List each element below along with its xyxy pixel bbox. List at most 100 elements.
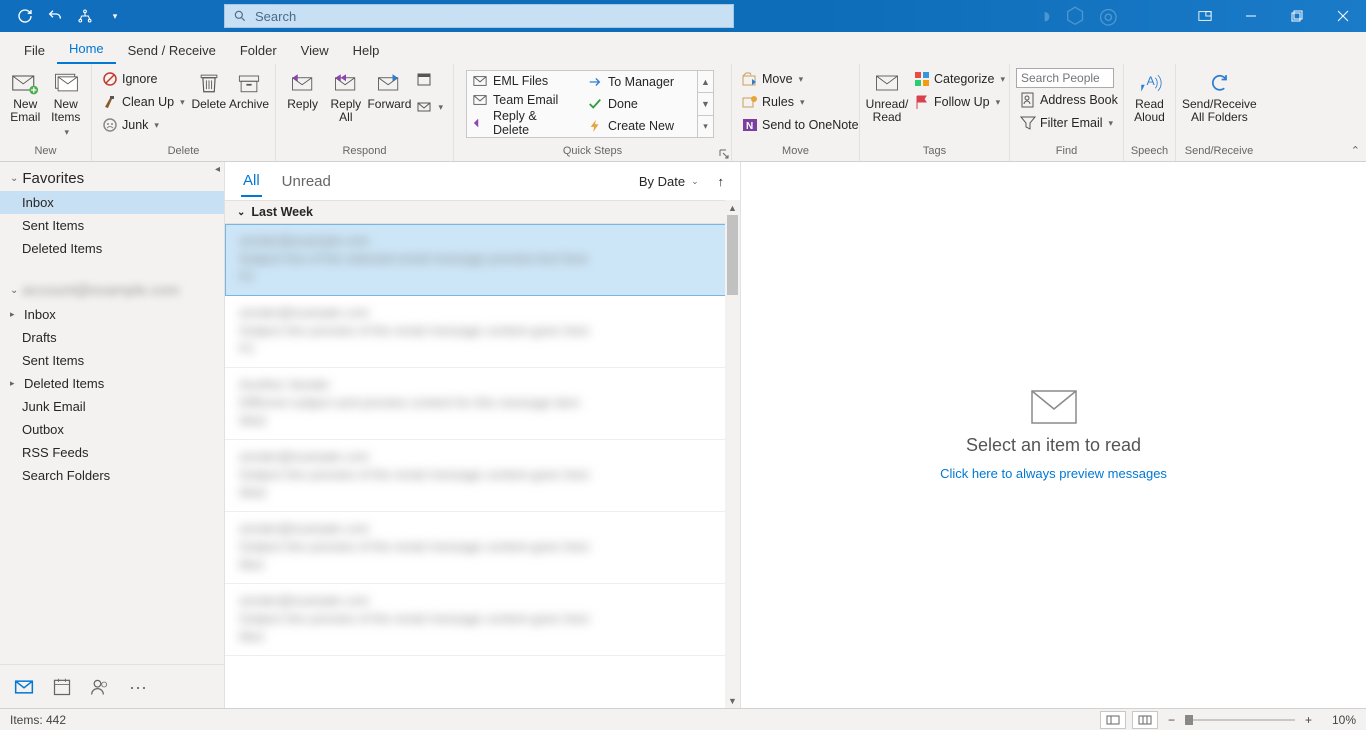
tab-home[interactable]: Home xyxy=(57,35,116,64)
ignore-button[interactable]: Ignore xyxy=(98,68,189,90)
address-book-button[interactable]: Address Book xyxy=(1016,89,1117,111)
qs-create-new[interactable]: Create New xyxy=(582,115,697,137)
forward-arrow-icon xyxy=(588,75,602,89)
reply-button[interactable]: Reply xyxy=(282,68,323,111)
folder-inbox-2[interactable]: ▸Inbox xyxy=(0,303,224,326)
send-to-onenote-button[interactable]: NSend to OneNote xyxy=(738,114,863,136)
message-item[interactable]: sender@example.comSubject line of the se… xyxy=(225,224,740,296)
dialog-launcher-icon[interactable] xyxy=(719,149,729,159)
qs-eml-files[interactable]: EML Files xyxy=(467,71,582,90)
search-people-input[interactable] xyxy=(1016,68,1114,88)
folder-sent-items-2[interactable]: Sent Items xyxy=(0,349,224,372)
zoom-level: 10% xyxy=(1322,713,1356,727)
folder-rss-feeds[interactable]: RSS Feeds xyxy=(0,441,224,464)
qs-reply-delete[interactable]: Reply & Delete xyxy=(467,109,582,137)
tab-send-receive[interactable]: Send / Receive xyxy=(116,37,228,64)
org-icon[interactable] xyxy=(76,7,94,25)
folder-deleted-items-2[interactable]: ▸Deleted Items xyxy=(0,372,224,395)
qs-team-email[interactable]: Team Email xyxy=(467,90,582,109)
tab-file[interactable]: File xyxy=(12,37,57,64)
message-item[interactable]: sender@example.comSubject line preview o… xyxy=(225,296,740,368)
qs-scroll-down[interactable]: ▼ xyxy=(698,93,713,115)
search-input[interactable]: Search xyxy=(224,4,734,28)
zoom-slider[interactable] xyxy=(1185,719,1295,721)
message-item[interactable]: sender@example.comSubject line preview o… xyxy=(225,440,740,512)
message-item[interactable]: sender@example.comSubject line preview o… xyxy=(225,512,740,584)
folder-junk-email[interactable]: Junk Email xyxy=(0,395,224,418)
new-email-icon xyxy=(11,70,39,96)
folder-drafts[interactable]: Drafts xyxy=(0,326,224,349)
check-icon xyxy=(588,97,602,111)
new-items-button[interactable]: New Items▾ xyxy=(47,68,86,139)
collapse-folder-pane-icon[interactable]: ◂ xyxy=(215,164,220,175)
meeting-button[interactable] xyxy=(412,68,447,90)
rules-button[interactable]: Rules▾ xyxy=(738,91,863,113)
folder-sent-items[interactable]: Sent Items xyxy=(0,214,224,237)
send-receive-all-button[interactable]: Send/Receive All Folders xyxy=(1182,68,1257,124)
filter-email-button[interactable]: Filter Email▾ xyxy=(1016,112,1117,134)
minimize-button[interactable] xyxy=(1228,0,1274,32)
qs-scroll-up[interactable]: ▲ xyxy=(698,71,713,93)
unread-read-button[interactable]: Unread/ Read xyxy=(866,68,908,124)
collapse-ribbon-icon[interactable]: ⌃ xyxy=(1351,144,1360,157)
sync-icon[interactable] xyxy=(16,7,34,25)
mail-nav-icon[interactable] xyxy=(14,677,34,697)
reply-all-icon xyxy=(332,70,360,96)
follow-up-button[interactable]: Follow Up▾ xyxy=(910,91,1009,113)
message-group-header[interactable]: ⌄Last Week xyxy=(225,200,740,224)
ribbon-display-icon[interactable] xyxy=(1182,0,1228,32)
tab-folder[interactable]: Folder xyxy=(228,37,289,64)
archive-button[interactable]: Archive xyxy=(229,68,269,111)
move-button[interactable]: Move▾ xyxy=(738,68,863,90)
mail-icon xyxy=(473,93,487,107)
always-preview-link[interactable]: Click here to always preview messages xyxy=(940,466,1167,481)
qs-expand[interactable]: ▾ xyxy=(698,116,713,137)
qat-dropdown-icon[interactable]: ▾ xyxy=(106,7,124,25)
new-email-button[interactable]: New Email xyxy=(6,68,45,124)
forward-button[interactable]: Forward xyxy=(368,68,410,111)
more-respond-button[interactable]: ▾ xyxy=(412,96,447,118)
message-item[interactable]: sender@example.comSubject line preview o… xyxy=(225,584,740,656)
view-normal-button[interactable] xyxy=(1100,711,1126,729)
favorites-header[interactable]: ⌄Favorites xyxy=(0,162,224,191)
tab-view[interactable]: View xyxy=(289,37,341,64)
sort-direction-icon[interactable]: ↑ xyxy=(718,174,725,189)
folder-outbox[interactable]: Outbox xyxy=(0,418,224,441)
clean-up-button[interactable]: Clean Up▾ xyxy=(98,91,189,113)
delete-button[interactable]: Delete xyxy=(191,68,227,111)
qs-done[interactable]: Done xyxy=(582,93,697,115)
scroll-thumb[interactable] xyxy=(727,215,738,295)
ribbon: New Email New Items▾ New Ignore Clean Up… xyxy=(0,64,1366,162)
folder-search-folders[interactable]: Search Folders xyxy=(0,464,224,487)
junk-icon xyxy=(102,117,118,133)
folder-deleted-items[interactable]: Deleted Items xyxy=(0,237,224,260)
people-nav-icon[interactable] xyxy=(90,677,110,697)
quick-steps-gallery[interactable]: EML Files Team Email Reply & Delete To M… xyxy=(466,70,714,138)
scroll-down-icon[interactable]: ▼ xyxy=(725,693,740,708)
reply-all-button[interactable]: Reply All xyxy=(325,68,366,124)
filter-unread[interactable]: Unread xyxy=(280,167,333,196)
filter-icon xyxy=(1020,115,1036,131)
title-bar: ▾ Search ◑ ⬡ ◎ xyxy=(0,0,1366,32)
categorize-button[interactable]: Categorize▾ xyxy=(910,68,1009,90)
tab-help[interactable]: Help xyxy=(341,37,392,64)
qs-to-manager[interactable]: To Manager xyxy=(582,71,697,93)
scroll-up-icon[interactable]: ▲ xyxy=(725,200,740,215)
message-list-scrollbar[interactable]: ▲ ▼ xyxy=(725,200,740,708)
undo-icon[interactable] xyxy=(46,7,64,25)
folder-inbox[interactable]: Inbox xyxy=(0,191,224,214)
mail-icon xyxy=(473,74,487,88)
junk-button[interactable]: Junk▾ xyxy=(98,114,189,136)
sort-by-date[interactable]: By Date ⌄ ↑ xyxy=(639,174,724,189)
message-item[interactable]: Another SenderDifferent subject and prev… xyxy=(225,368,740,440)
account-header[interactable]: ⌄account@example.com xyxy=(0,274,224,303)
zoom-out-button[interactable]: − xyxy=(1164,713,1179,727)
calendar-nav-icon[interactable] xyxy=(52,677,72,697)
view-reading-button[interactable] xyxy=(1132,711,1158,729)
filter-all[interactable]: All xyxy=(241,166,262,197)
more-nav-icon[interactable]: ··· xyxy=(128,677,148,697)
maximize-button[interactable] xyxy=(1274,0,1320,32)
close-button[interactable] xyxy=(1320,0,1366,32)
read-aloud-button[interactable]: ARead Aloud xyxy=(1130,68,1169,124)
zoom-in-button[interactable]: + xyxy=(1301,713,1316,727)
